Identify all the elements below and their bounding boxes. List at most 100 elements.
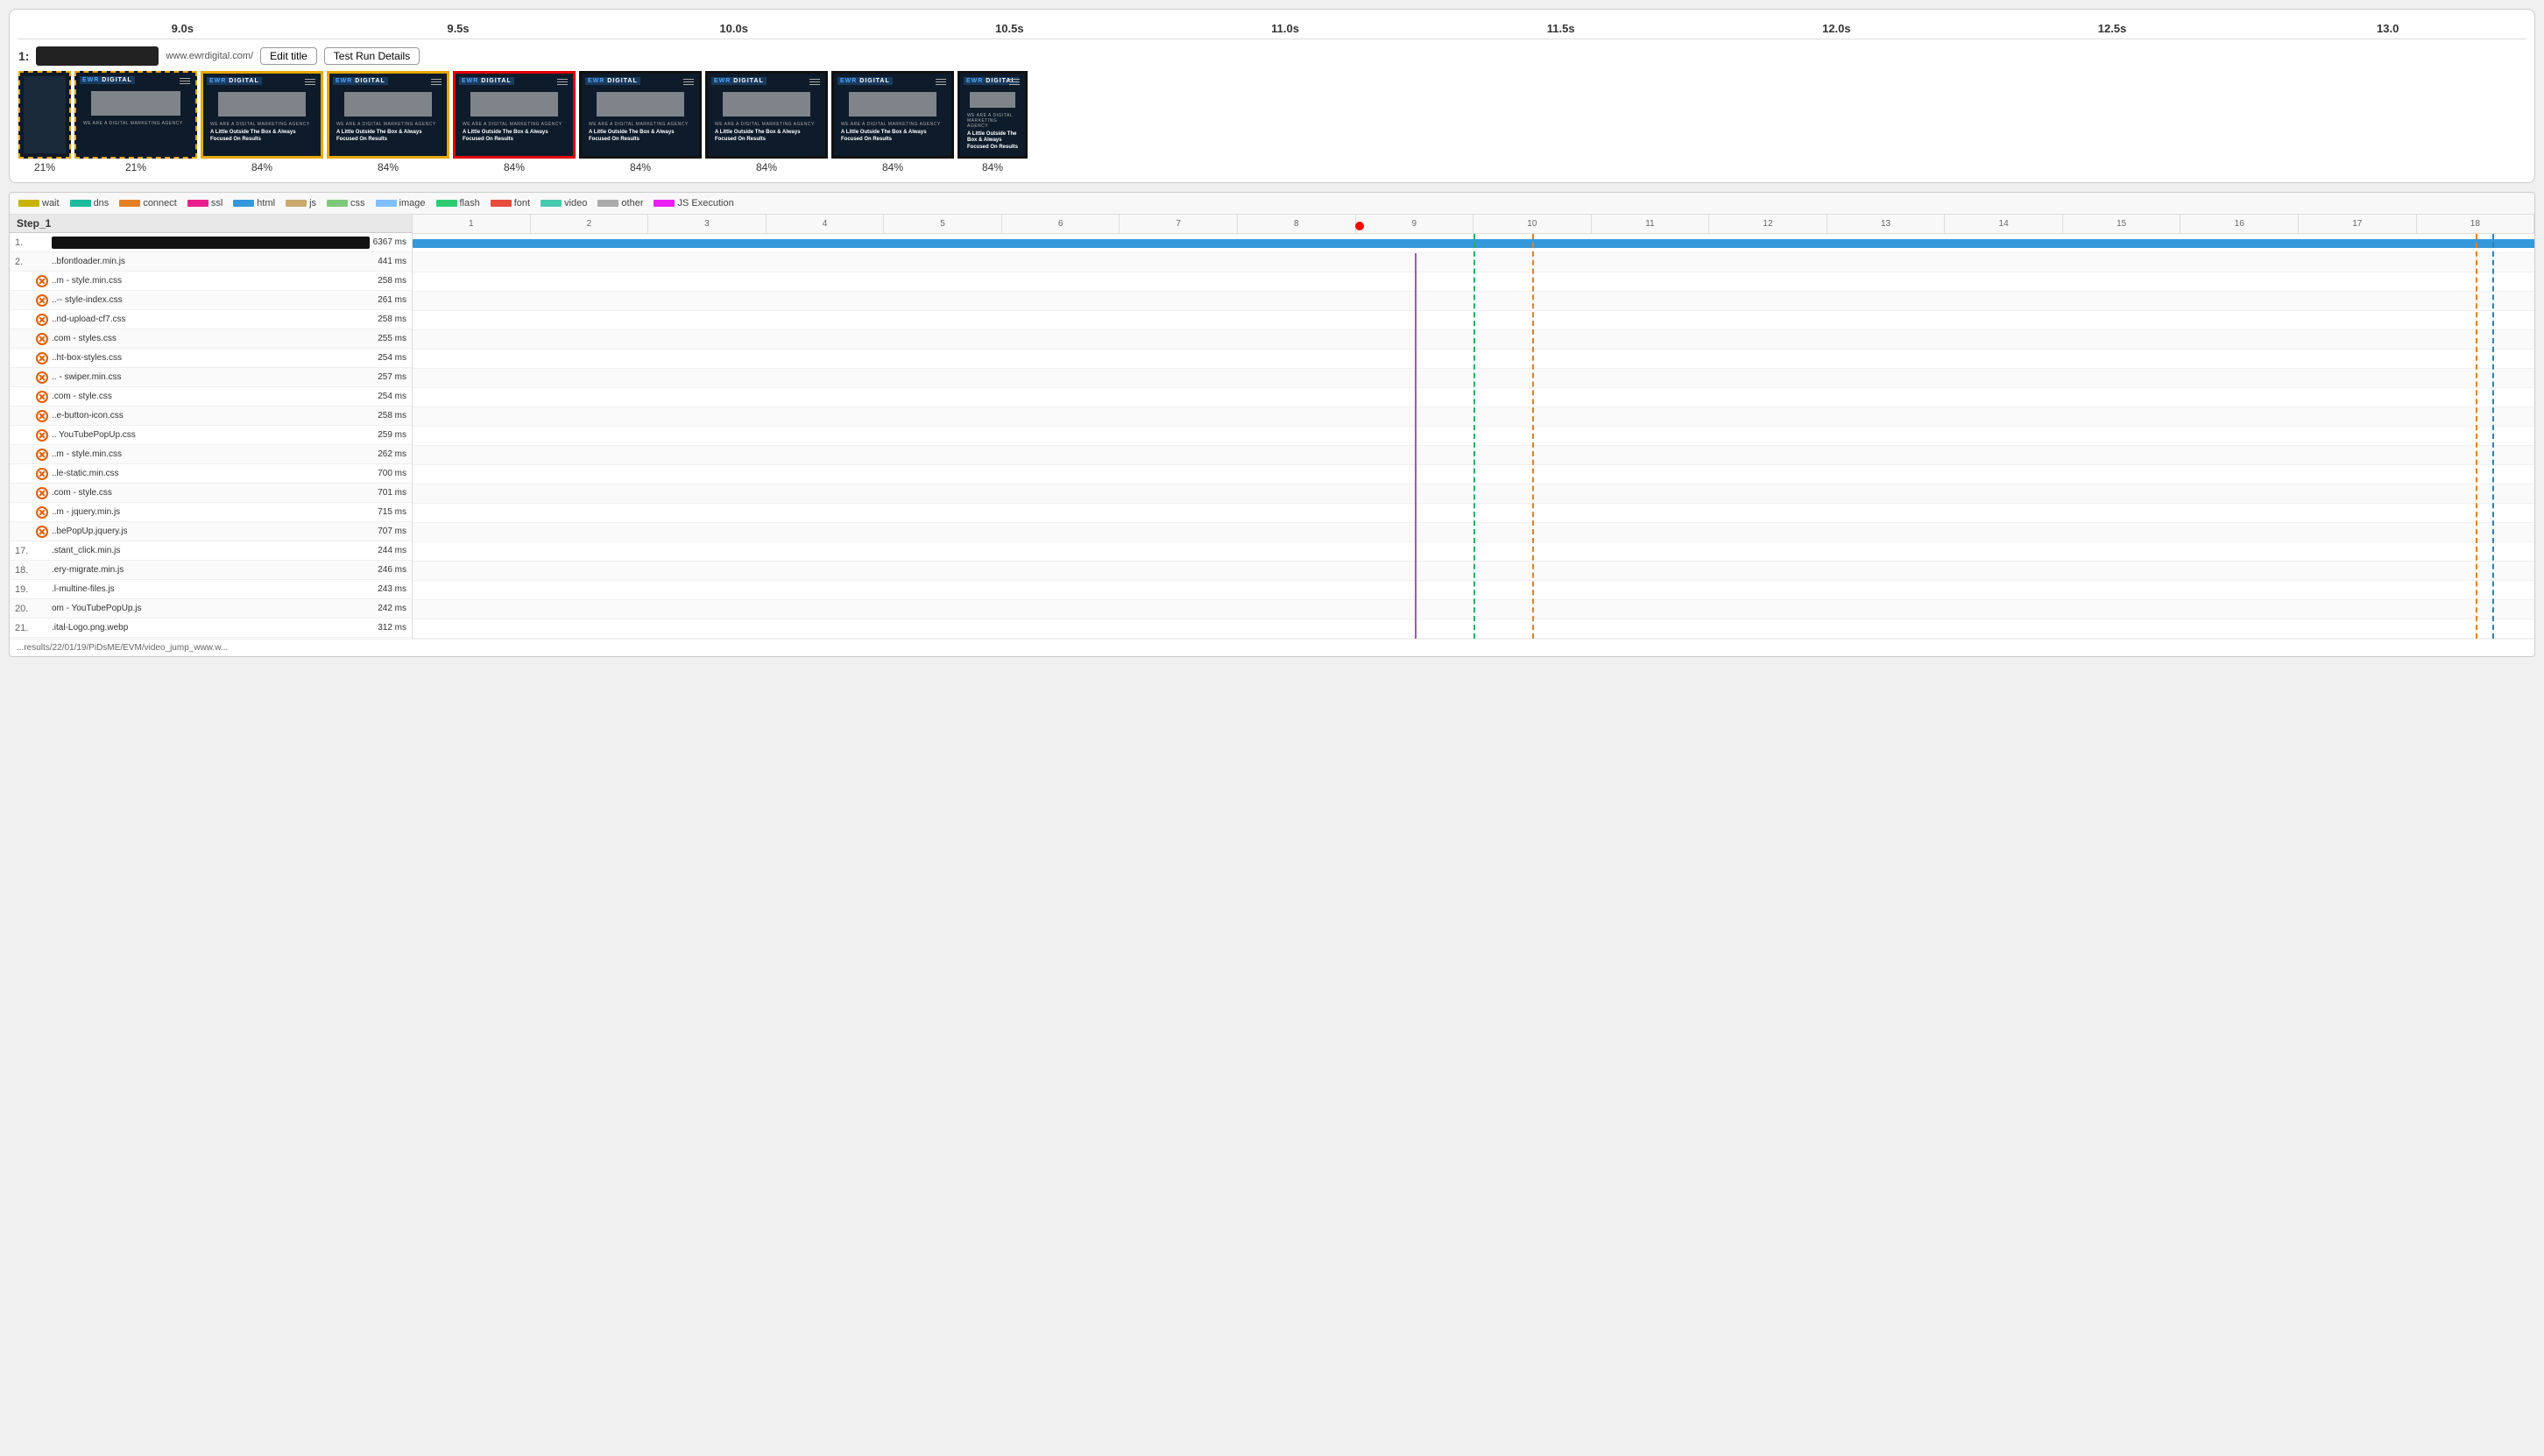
blue-vertical-line	[2492, 234, 2494, 639]
legend-label: dns	[94, 198, 110, 209]
filename: .. YouTubePopUp.css	[52, 430, 374, 440]
track-url: www.ewrdigital.com/	[166, 51, 253, 61]
table-row[interactable]: ..ht-box-styles.css254 ms	[10, 349, 412, 368]
error-icon	[36, 391, 48, 403]
filmstrip-item[interactable]: EWR DIGITALWE ARE A DIGITAL MARKETING AG…	[201, 71, 323, 173]
row-number: 20.	[15, 604, 36, 614]
chart-ruler-tick: 12	[1709, 215, 1827, 233]
orange-vertical-line	[2476, 234, 2477, 639]
filmstrip-item[interactable]: 21%	[18, 71, 71, 173]
ruler-ticks: 9.0s9.5s10.0s10.5s11.0s11.5s12.0s12.5s13…	[45, 22, 2526, 35]
table-row[interactable]: 21..ital-Logo.png.webp312 ms	[10, 618, 412, 638]
legend-label: js	[309, 198, 316, 209]
legend-item: JS Execution	[654, 198, 733, 209]
frame-percent: 21%	[34, 161, 55, 173]
waterfall-chart: 123456789101112131415161718	[413, 215, 2534, 639]
table-row[interactable]: 19..l-multine-files.js243 ms	[10, 580, 412, 599]
filmstrip-item[interactable]: EWR DIGITALWE ARE A DIGITAL MARKETING AG…	[579, 71, 702, 173]
chart-ruler-tick: 1	[413, 215, 531, 233]
legend-color	[119, 200, 140, 207]
table-row[interactable]: 2...bfontloader.min.js441 ms	[10, 252, 412, 272]
filmstrip-item[interactable]: EWR DIGITALWE ARE A DIGITAL MARKETING AG…	[705, 71, 828, 173]
table-row[interactable]: ..m - jquery.min.js715 ms	[10, 503, 412, 522]
filename: .com - style.css	[52, 488, 374, 498]
filename: ..ht-box-styles.css	[52, 353, 374, 363]
filename: ..e-button-icon.css	[52, 411, 374, 421]
error-icon	[36, 333, 48, 345]
legend-item: font	[491, 198, 530, 209]
legend-color	[436, 200, 457, 207]
legend-color	[18, 200, 39, 207]
legend-item: js	[286, 198, 316, 209]
table-row[interactable]: .. YouTubePopUp.css 259 ms	[10, 426, 412, 445]
legend-label: JS Execution	[677, 198, 733, 209]
ruler-tick: 9.0s	[45, 22, 321, 35]
error-icon	[36, 314, 48, 326]
frame-percent: 84%	[882, 161, 903, 173]
table-row[interactable]: ..-- style-index.css261 ms	[10, 291, 412, 310]
table-row[interactable]: ..e-button-icon.css258 ms	[10, 406, 412, 426]
legend-color	[654, 200, 675, 207]
duration: 259 ms	[378, 430, 406, 440]
ruler-tick: 12.5s	[1975, 22, 2251, 35]
frame-percent: 84%	[378, 161, 399, 173]
legend-color	[327, 200, 348, 207]
table-row[interactable]: ..nd-upload-cf7.css258 ms	[10, 310, 412, 329]
row-number: 21.	[15, 623, 36, 633]
filename: ..bePopUp.jquery.js	[52, 527, 374, 536]
chart-ruler-tick: 14	[1945, 215, 2063, 233]
filename: om - YouTubePopUp.js	[52, 604, 374, 613]
error-icon	[36, 468, 48, 480]
filename: ..m - jquery.min.js	[52, 507, 374, 517]
error-icon	[36, 526, 48, 538]
duration: 258 ms	[378, 276, 406, 286]
table-row[interactable]: ..le-static.min.css700 ms	[10, 464, 412, 484]
chart-ruler-tick: 17	[2299, 215, 2417, 233]
filename: .ital-Logo.png.webp	[52, 623, 374, 633]
legend-label: css	[350, 198, 365, 209]
filename: .. - swiper.min.css	[52, 372, 374, 382]
legend-item: video	[541, 198, 587, 209]
table-row[interactable]: .com - style.css701 ms	[10, 484, 412, 503]
error-icon	[36, 449, 48, 461]
filmstrip-item[interactable]: EWR DIGITALWE ARE A DIGITAL MARKETING AG…	[74, 71, 197, 173]
table-row[interactable]: ..bePopUp.jquery.js707 ms	[10, 522, 412, 541]
table-row[interactable]: .com - styles.css255 ms	[10, 329, 412, 349]
chart-ruler-tick: 6	[1002, 215, 1120, 233]
chart-ruler: 123456789101112131415161718	[413, 215, 2534, 234]
orange-vertical-line	[1532, 234, 1534, 639]
test-run-details-button[interactable]: Test Run Details	[324, 47, 420, 65]
ruler-tick: 12.0s	[1699, 22, 1975, 35]
table-row[interactable]: .com - style.css254 ms	[10, 387, 412, 406]
duration: 261 ms	[378, 295, 406, 305]
duration: 242 ms	[378, 604, 406, 613]
duration: 262 ms	[378, 449, 406, 459]
table-row[interactable]: ..m - style.min.css262 ms	[10, 445, 412, 464]
table-row[interactable]: 20. om - YouTubePopUp.js 242 ms	[10, 599, 412, 618]
frame-percent: 84%	[504, 161, 525, 173]
table-row[interactable]: .. - swiper.min.css257 ms	[10, 368, 412, 387]
timeline-ruler: 9.0s9.5s10.0s10.5s11.0s11.5s12.0s12.5s13…	[18, 18, 2526, 39]
filmstrip-item[interactable]: EWR DIGITALWE ARE A DIGITAL MARKETING AG…	[453, 71, 576, 173]
error-icon	[36, 429, 48, 442]
chart-ruler-tick: 8	[1238, 215, 1356, 233]
filmstrip-item[interactable]: EWR DIGITALWE ARE A DIGITAL MARKETING AG…	[958, 71, 1028, 173]
frame-percent: 84%	[251, 161, 272, 173]
table-row[interactable]: 1.6367 ms	[10, 233, 412, 252]
table-row[interactable]: 18..ery-migrate.min.js246 ms	[10, 561, 412, 580]
filename: .l-multine-files.js	[52, 584, 374, 594]
chart-ruler-tick: 13	[1827, 215, 1946, 233]
legend-color	[286, 200, 307, 207]
edit-title-button[interactable]: Edit title	[260, 47, 317, 65]
chart-ruler-tick: 7	[1120, 215, 1238, 233]
filmstrip-item[interactable]: EWR DIGITALWE ARE A DIGITAL MARKETING AG…	[327, 71, 449, 173]
filmstrip-item[interactable]: EWR DIGITALWE ARE A DIGITAL MARKETING AG…	[831, 71, 954, 173]
green-vertical-line	[1473, 234, 1475, 639]
duration: 258 ms	[378, 315, 406, 324]
legend-label: html	[257, 198, 275, 209]
error-icon	[36, 487, 48, 499]
legend-item: other	[597, 198, 643, 209]
chart-ruler-tick: 10	[1473, 215, 1592, 233]
table-row[interactable]: ..m - style.min.css258 ms	[10, 272, 412, 291]
table-row[interactable]: 17..stant_click.min.js244 ms	[10, 541, 412, 561]
